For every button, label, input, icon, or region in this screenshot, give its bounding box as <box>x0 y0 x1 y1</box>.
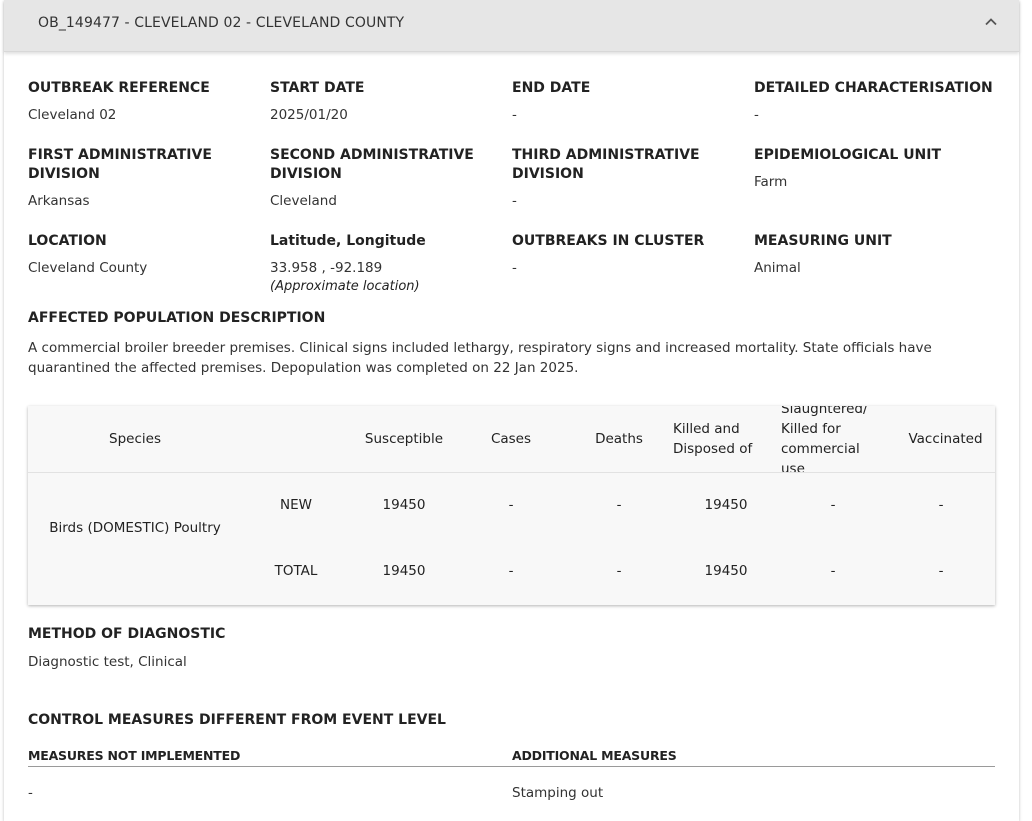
field-label: Latitude, Longitude <box>270 233 426 249</box>
field-first-admin: FIRST ADMINISTRATIVE DIVISION Arkansas <box>28 146 228 210</box>
approximate-location-note: (Approximate location) <box>270 279 420 294</box>
field-value: 33.958 , -92.189 <box>270 260 383 276</box>
table-cell: - <box>938 563 944 579</box>
field-label: EPIDEMIOLOGICAL UNIT <box>754 147 942 163</box>
row-type-new: NEW <box>280 497 312 513</box>
measures-not-implemented-label: MEASURES NOT IMPLEMENTED <box>28 748 241 763</box>
field-value: Cleveland County <box>28 260 148 276</box>
field-label: THIRD ADMINISTRATIVE DIVISION <box>512 147 700 182</box>
field-value: 2025/01/20 <box>270 107 348 123</box>
measures-divider <box>28 766 995 767</box>
field-location: LOCATION Cleveland County <box>28 232 263 277</box>
field-epidemiological-unit: EPIDEMIOLOGICAL UNIT Farm <box>754 146 1004 191</box>
header-killed-disposed: Killed and Disposed of <box>673 421 753 457</box>
row-type-total: TOTAL <box>274 563 318 579</box>
header-deaths: Deaths <box>595 431 643 447</box>
chevron-up-icon[interactable] <box>983 14 999 30</box>
additional-measures-label: ADDITIONAL MEASURES <box>512 748 677 763</box>
table-cell: - <box>830 497 836 513</box>
field-label: OUTBREAK REFERENCE <box>28 80 210 96</box>
measures-not-implemented-value: - <box>28 785 33 801</box>
species-name: Birds (DOMESTIC) Poultry <box>49 520 221 536</box>
field-second-admin: SECOND ADMINISTRATIVE DIVISION Cleveland <box>270 146 485 210</box>
field-value: Cleveland <box>270 193 337 209</box>
field-value: Farm <box>754 174 788 190</box>
header-cases: Cases <box>490 431 532 447</box>
header-susceptible: Susceptible <box>364 431 444 447</box>
table-header-divider <box>28 472 995 473</box>
control-measures-label: CONTROL MEASURES DIFFERENT FROM EVENT LE… <box>28 712 446 728</box>
field-value: - <box>754 107 759 123</box>
field-third-admin: THIRD ADMINISTRATIVE DIVISION - <box>512 146 712 210</box>
field-end-date: END DATE - <box>512 79 747 124</box>
field-label: LOCATION <box>28 233 107 249</box>
table-cell: - <box>830 563 836 579</box>
field-label: FIRST ADMINISTRATIVE DIVISION <box>28 147 212 182</box>
header-species: Species <box>109 431 161 447</box>
table-cell: 19450 <box>704 497 748 513</box>
field-start-date: START DATE 2025/01/20 <box>270 79 505 124</box>
field-label: MEASURING UNIT <box>754 233 892 249</box>
header-vaccinated: Vaccinated <box>908 431 983 447</box>
header-slaughtered: Slaughtered/ Killed for commercial use <box>781 406 868 472</box>
field-label: DETAILED CHARACTERISATION <box>754 80 993 96</box>
diagnostic-value: Diagnostic test, Clinical <box>28 654 187 670</box>
field-outbreak-reference: OUTBREAK REFERENCE Cleveland 02 <box>28 79 263 124</box>
field-label: END DATE <box>512 80 591 96</box>
affected-population-label: AFFECTED POPULATION DESCRIPTION <box>28 310 326 326</box>
field-value: - <box>512 193 517 209</box>
field-label: OUTBREAKS IN CLUSTER <box>512 233 705 249</box>
field-detailed-characterisation: DETAILED CHARACTERISATION - <box>754 79 1004 124</box>
table-cell: 19450 <box>382 563 426 579</box>
field-measuring-unit: MEASURING UNIT Animal <box>754 232 989 277</box>
additional-measures-value: Stamping out <box>512 785 604 801</box>
species-table: Species Susceptible Cases Deaths Killed … <box>28 406 995 605</box>
table-cell: - <box>508 497 514 513</box>
outbreak-title: OB_149477 - CLEVELAND 02 - CLEVELAND COU… <box>38 15 405 31</box>
outbreak-panel: OB_149477 - CLEVELAND 02 - CLEVELAND COU… <box>4 0 1019 821</box>
field-outbreaks-in-cluster: OUTBREAKS IN CLUSTER - <box>512 232 747 277</box>
affected-population-text: A commercial broiler breeder premises. C… <box>28 340 932 376</box>
field-label: SECOND ADMINISTRATIVE DIVISION <box>270 147 474 182</box>
diagnostic-label: METHOD OF DIAGNOSTIC <box>28 626 226 642</box>
table-cell: - <box>508 563 514 579</box>
field-value: - <box>512 107 517 123</box>
field-value: - <box>512 260 517 276</box>
table-cell: 19450 <box>704 563 748 579</box>
field-lat-long: Latitude, Longitude 33.958 , -92.189 (Ap… <box>270 232 505 296</box>
table-cell: - <box>938 497 944 513</box>
table-cell: 19450 <box>382 497 426 513</box>
table-cell: - <box>616 497 622 513</box>
field-value: Arkansas <box>28 193 90 209</box>
field-label: START DATE <box>270 80 365 96</box>
outbreak-panel-header[interactable]: OB_149477 - CLEVELAND 02 - CLEVELAND COU… <box>4 0 1019 52</box>
field-value: Cleveland 02 <box>28 107 117 123</box>
field-value: Animal <box>754 260 801 276</box>
table-cell: - <box>616 563 622 579</box>
header-slaughtered-clip: Slaughtered/ Killed for commercial use <box>781 406 891 472</box>
